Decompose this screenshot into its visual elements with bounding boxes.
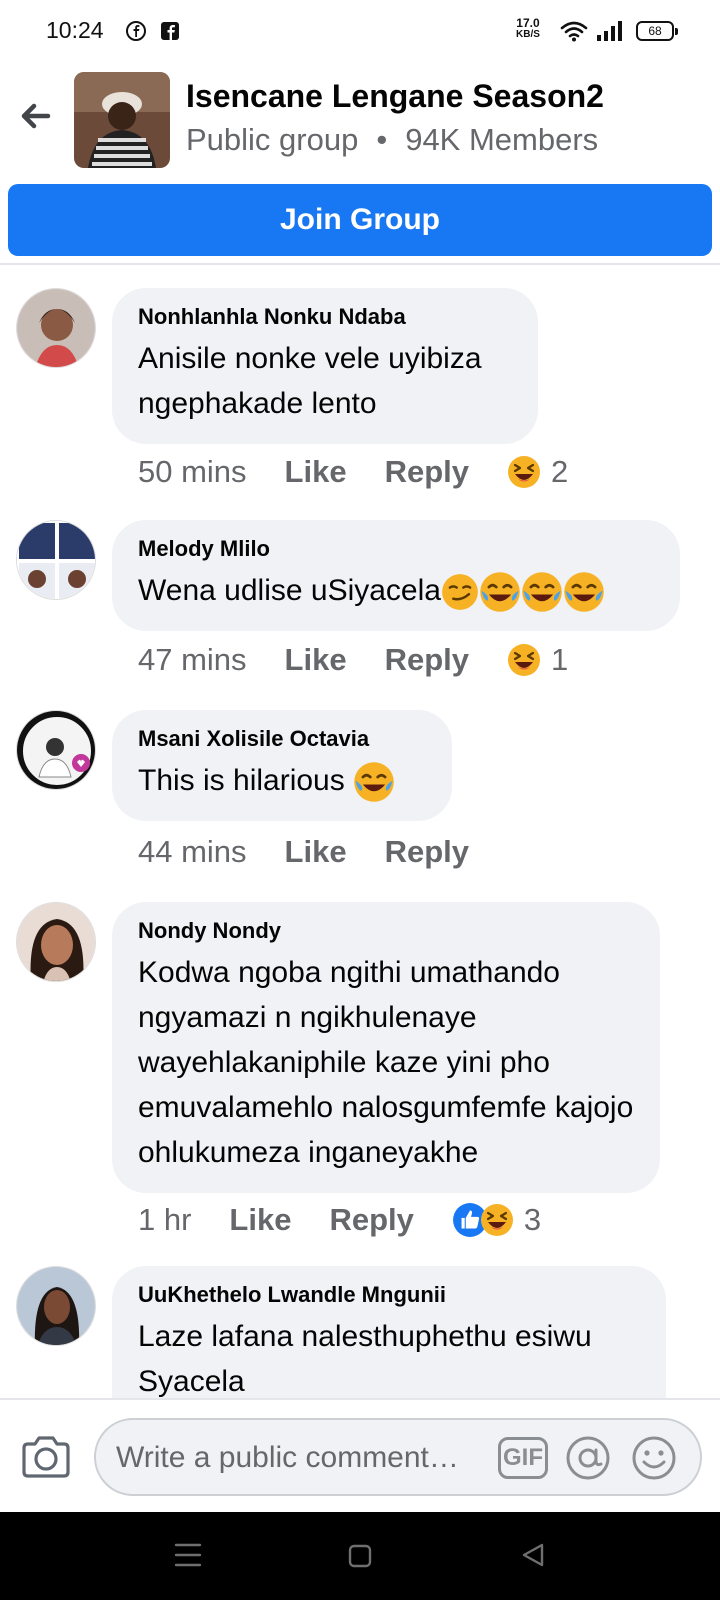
- reply-button[interactable]: Reply: [385, 834, 469, 870]
- comments-list[interactable]: Nonhlanhla Nonku Ndaba Anisile nonke vel…: [0, 266, 720, 1398]
- wifi-icon: [560, 21, 588, 42]
- reply-button[interactable]: Reply: [329, 1202, 413, 1238]
- group-meta: Public group • 94K Members: [186, 122, 598, 158]
- gif-button[interactable]: GIF: [498, 1437, 548, 1479]
- comment-input-placeholder: Write a public comment…: [116, 1441, 459, 1474]
- laughing-squint-icon: [508, 456, 540, 488]
- at-sign-icon[interactable]: [564, 1434, 612, 1482]
- like-button[interactable]: Like: [285, 834, 347, 870]
- comment-composer: Write a public comment… GIF: [0, 1398, 720, 1512]
- comment-input[interactable]: Write a public comment… GIF: [94, 1418, 702, 1496]
- laughing-squint-icon: [508, 644, 540, 676]
- reaction-count: 1: [551, 642, 569, 677]
- tears-of-joy-emoji-icon: [354, 762, 394, 802]
- reaction-count: 3: [523, 1202, 542, 1237]
- commenter-avatar[interactable]: [16, 288, 96, 368]
- group-privacy: Public group: [186, 122, 359, 157]
- nav-back-icon[interactable]: [520, 1542, 546, 1568]
- comment-time[interactable]: 44 mins: [138, 834, 247, 870]
- commenter-name[interactable]: UuKhethelo Lwandle Mngunii: [138, 1282, 640, 1308]
- join-group-button[interactable]: Join Group: [8, 184, 712, 256]
- signal-icon: [597, 21, 622, 41]
- comment-actions: 47 mins Like Reply 1: [138, 642, 568, 678]
- camera-icon[interactable]: [20, 1434, 72, 1480]
- tears-of-joy-emoji-icon: [522, 572, 562, 612]
- commenter-avatar[interactable]: [16, 902, 96, 982]
- comment-actions: 44 mins Like Reply: [138, 834, 507, 870]
- comment-actions: 1 hr Like Reply 3: [138, 1202, 541, 1238]
- status-time: 10:24: [46, 17, 104, 43]
- status-bar: 10:24 17.0 KB/S 68: [0, 0, 720, 62]
- tears-of-joy-emoji-icon: [480, 572, 520, 612]
- commenter-name[interactable]: Melody Mlilo: [138, 536, 654, 562]
- group-title[interactable]: Isencane Lengane Season2: [186, 78, 604, 115]
- like-button[interactable]: Like: [285, 642, 347, 678]
- commenter-name[interactable]: Nonhlanhla Nonku Ndaba: [138, 304, 512, 330]
- comment-bubble[interactable]: UuKhethelo Lwandle Mngunii Laze lafana n…: [112, 1266, 666, 1398]
- comment-bubble[interactable]: Nondy Nondy Kodwa ngoba ngithi umathando…: [112, 902, 660, 1193]
- network-speed: 17.0 KB/S: [516, 16, 540, 40]
- header-divider: [0, 263, 720, 265]
- commenter-avatar[interactable]: [16, 710, 96, 790]
- smirk-emoji-icon: [442, 574, 478, 610]
- comment-time[interactable]: 47 mins: [138, 642, 247, 678]
- comment-text: This is hilarious: [138, 758, 426, 803]
- commenter-avatar[interactable]: [16, 520, 96, 600]
- commenter-name[interactable]: Msani Xolisile Octavia: [138, 726, 426, 752]
- member-count[interactable]: 94K Members: [405, 122, 598, 157]
- comment-bubble[interactable]: Msani Xolisile Octavia This is hilarious: [112, 710, 452, 822]
- comment-time[interactable]: 50 mins: [138, 454, 247, 490]
- like-button[interactable]: Like: [229, 1202, 291, 1238]
- home-icon[interactable]: [348, 1544, 372, 1568]
- smiley-icon[interactable]: [630, 1434, 678, 1482]
- comment-bubble[interactable]: Nonhlanhla Nonku Ndaba Anisile nonke vel…: [112, 288, 538, 444]
- meta-separator: •: [376, 122, 388, 157]
- commenter-name[interactable]: Nondy Nondy: [138, 918, 634, 944]
- facebook-app-icon: [161, 22, 179, 40]
- reaction-summary[interactable]: 2: [507, 454, 568, 490]
- commenter-avatar[interactable]: [16, 1266, 96, 1346]
- group-header: Isencane Lengane Season2 Public group • 94…: [0, 62, 720, 182]
- laughing-squint-icon: [480, 1204, 513, 1236]
- recent-apps-icon[interactable]: [174, 1542, 202, 1568]
- group-avatar[interactable]: [74, 72, 170, 168]
- reaction-summary[interactable]: 1: [507, 642, 568, 678]
- back-arrow-icon[interactable]: [14, 94, 58, 138]
- comment-time[interactable]: 1 hr: [138, 1202, 191, 1238]
- comment-text: Anisile nonke vele uyibiza ngephakade le…: [138, 342, 482, 420]
- reaction-count: 2: [551, 454, 569, 489]
- comment-text: Wena udlise uSiyacela: [138, 568, 654, 613]
- reply-button[interactable]: Reply: [385, 454, 469, 490]
- comment-actions: 50 mins Like Reply 2: [138, 454, 568, 490]
- facebook-notification-icon: [126, 21, 146, 41]
- battery-indicator: 68: [636, 21, 678, 41]
- comment-bubble[interactable]: Melody Mlilo Wena udlise uSiyacela: [112, 520, 680, 632]
- reaction-summary[interactable]: 3: [452, 1202, 541, 1238]
- comment-text: Kodwa ngoba ngithi umathando ngyamazi n …: [138, 956, 634, 1169]
- like-button[interactable]: Like: [285, 454, 347, 490]
- tears-of-joy-emoji-icon: [564, 572, 604, 612]
- reply-button[interactable]: Reply: [385, 642, 469, 678]
- comment-text: Laze lafana nalesthuphethu esiwu Syacela: [138, 1320, 592, 1398]
- system-navigation-bar: [0, 1512, 720, 1600]
